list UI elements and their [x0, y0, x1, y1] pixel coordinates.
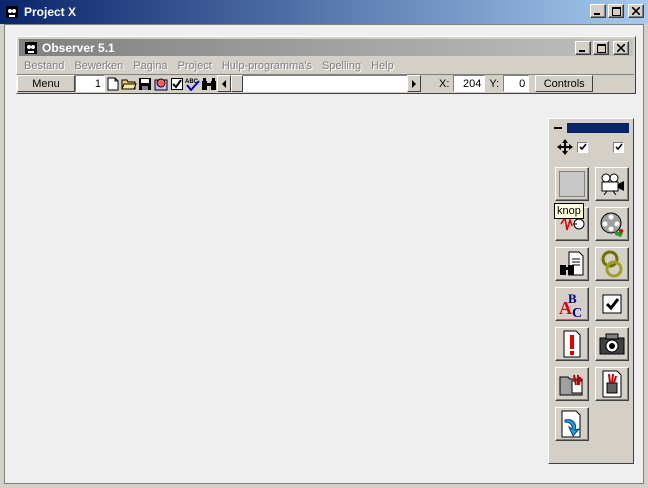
save-disk-icon[interactable]	[137, 76, 153, 92]
maximize-icon	[596, 43, 606, 53]
spelling-tool[interactable]: ABC	[555, 287, 589, 321]
toolbar: Menu 1 ABC X: 204 Y: 0 Controls	[17, 74, 634, 92]
search-tool[interactable]	[555, 247, 589, 281]
menu-button[interactable]: Menu	[17, 75, 75, 92]
observer-minimize-button[interactable]	[575, 41, 591, 55]
camera-video-icon	[601, 173, 624, 195]
spellcheck-icon[interactable]: ABC	[185, 76, 201, 92]
alert-exclamation-icon	[563, 330, 581, 358]
paint-folder-icon	[559, 374, 583, 396]
film-reel-icon	[600, 212, 623, 237]
video-camera-tool[interactable]	[595, 167, 629, 201]
alert-tool[interactable]	[555, 327, 589, 361]
tool-palette: ABC	[548, 118, 634, 464]
binoculars-icon[interactable]	[201, 76, 217, 92]
menu-project[interactable]: Project	[173, 60, 217, 72]
maximize-button[interactable]	[608, 4, 624, 18]
menu-bestand[interactable]: Bestand	[19, 60, 69, 72]
tool-tooltip: knop	[554, 203, 584, 219]
app-icon	[4, 4, 20, 20]
close-icon	[617, 44, 625, 52]
move-checkbox[interactable]	[577, 141, 588, 153]
minimize-icon	[594, 13, 600, 15]
svg-text:B: B	[568, 291, 577, 306]
palette-minimize-icon[interactable]	[554, 127, 562, 129]
link-tool[interactable]	[595, 247, 629, 281]
scroll-left-button[interactable]	[217, 75, 231, 92]
film-tool[interactable]	[595, 207, 629, 241]
jump-arrow-icon	[561, 410, 581, 438]
checkbox-tool-icon	[602, 294, 622, 314]
button-tool-icon	[559, 171, 585, 197]
x-coordinate-field[interactable]: 204	[453, 75, 486, 92]
scroll-track[interactable]	[243, 75, 407, 92]
palette-title-bar[interactable]	[567, 123, 629, 133]
link-chain-icon	[601, 250, 623, 278]
globe-icon[interactable]	[153, 76, 169, 92]
y-coordinate-label: Y:	[489, 77, 500, 90]
option-checkbox[interactable]	[613, 141, 624, 153]
menu-spelling[interactable]: Spelling	[317, 60, 366, 72]
maximize-icon	[611, 6, 621, 16]
open-folder-icon[interactable]	[121, 76, 137, 92]
observer-window: Observer 5.1 Bestand Bewerken Pagina Pro…	[16, 36, 636, 94]
menu-bar: Bestand Bewerken Pagina Project Hulp-pro…	[19, 57, 633, 74]
scroll-thumb[interactable]	[231, 75, 243, 92]
paint-page-icon	[602, 370, 622, 398]
outer-title-bar[interactable]: Project X	[0, 0, 648, 24]
spelling-abc-icon: ABC	[559, 291, 582, 318]
photo-tool[interactable]	[595, 327, 629, 361]
y-coordinate-field[interactable]: 0	[503, 75, 530, 92]
photo-camera-icon	[599, 333, 625, 355]
observer-title: Observer 5.1	[42, 40, 115, 55]
scroll-right-button[interactable]	[407, 75, 421, 92]
minimize-icon	[579, 50, 585, 52]
observer-title-bar[interactable]: Observer 5.1	[19, 39, 633, 56]
paint-page-tool[interactable]	[595, 367, 629, 401]
close-button[interactable]	[628, 4, 644, 18]
arrow-left-icon	[222, 79, 226, 88]
observer-close-button[interactable]	[613, 41, 629, 55]
checkbox-tool[interactable]	[595, 287, 629, 321]
observer-maximize-button[interactable]	[593, 41, 609, 55]
checkmark-icon[interactable]	[169, 76, 185, 92]
button-tool[interactable]	[555, 167, 589, 201]
paint-folder-tool[interactable]	[555, 367, 589, 401]
menu-pagina[interactable]: Pagina	[128, 60, 172, 72]
window-title: Project X	[24, 5, 77, 19]
observer-app-icon	[23, 40, 39, 56]
jump-tool[interactable]	[555, 407, 589, 441]
x-coordinate-label: X:	[439, 77, 450, 90]
new-document-icon[interactable]	[105, 76, 121, 92]
arrow-right-icon	[412, 79, 416, 88]
controls-button[interactable]: Controls	[535, 75, 594, 92]
close-icon	[632, 7, 640, 15]
minimize-button[interactable]	[590, 4, 606, 18]
menu-help[interactable]: Help	[366, 60, 399, 72]
move-icon[interactable]	[557, 139, 573, 155]
search-document-icon	[560, 251, 584, 276]
svg-text:C: C	[572, 306, 582, 318]
page-number-field[interactable]: 1	[75, 75, 105, 92]
palette-options-row	[557, 139, 631, 155]
menu-bewerken[interactable]: Bewerken	[69, 60, 128, 72]
menu-hulp-programmas[interactable]: Hulp-programma's	[217, 60, 317, 72]
